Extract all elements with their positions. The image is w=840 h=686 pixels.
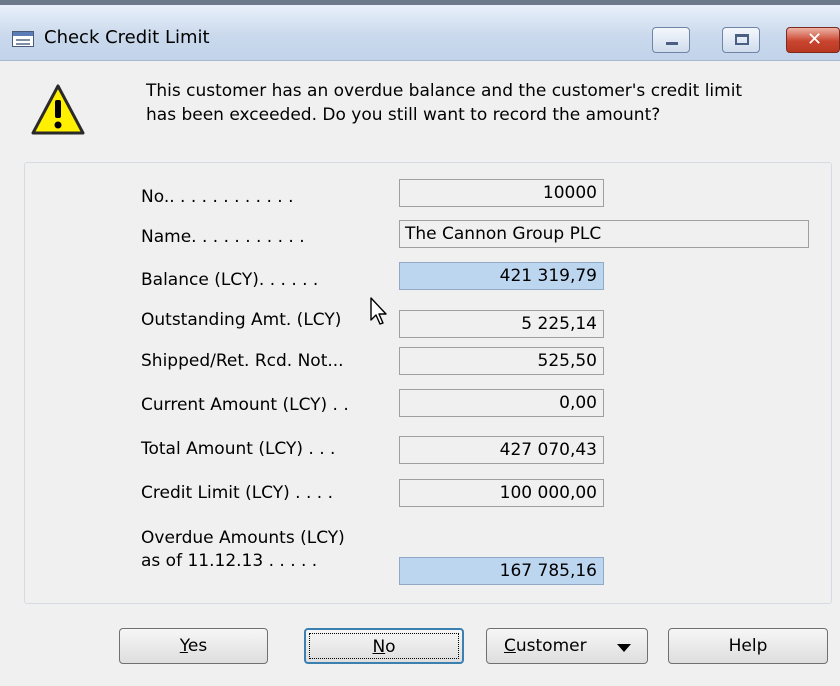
current-amount-label: Current Amount (LCY) . . xyxy=(141,395,349,415)
overdue-amounts-field[interactable]: 167 785,16 xyxy=(399,557,604,585)
minimize-icon xyxy=(666,42,678,45)
dialog-window-icon[interactable] xyxy=(12,31,34,47)
warning-message: This customer has an overdue balance and… xyxy=(146,79,742,127)
maximize-button[interactable] xyxy=(722,27,760,53)
customer-label: ustomer xyxy=(515,636,587,656)
shipped-not-invoiced-field[interactable]: 525,50 xyxy=(399,347,604,375)
outstanding-amt-field[interactable]: 5 225,14 xyxy=(399,310,604,338)
mouse-pointer-icon xyxy=(370,297,387,325)
maximize-icon xyxy=(735,34,749,45)
help-button[interactable]: Help xyxy=(668,628,828,664)
total-amount-field[interactable]: 427 070,43 xyxy=(399,436,604,464)
name-field[interactable]: The Cannon Group PLC xyxy=(399,220,809,248)
name-label: Name. . . . . . . . . . . xyxy=(141,227,305,247)
dropdown-arrow-icon[interactable] xyxy=(617,644,631,652)
no-field[interactable]: 10000 xyxy=(399,179,604,207)
no-label: No.. . . . . . . . . . . . xyxy=(141,187,294,207)
outstanding-amt-label: Outstanding Amt. (LCY) xyxy=(141,310,342,330)
current-amount-field[interactable]: 0,00 xyxy=(399,389,604,417)
close-button[interactable]: ✕ xyxy=(786,27,840,53)
window-title: Check Credit Limit xyxy=(44,27,210,48)
focus-rectangle xyxy=(309,633,459,659)
total-amount-label: Total Amount (LCY) . . . xyxy=(141,439,336,459)
balance-field[interactable]: 421 319,79 xyxy=(399,262,604,290)
customer-button[interactable]: Customer xyxy=(486,628,648,664)
warning-message-line-2: has been exceeded. Do you still want to … xyxy=(146,105,661,125)
dialog-body: This customer has an overdue balance and… xyxy=(0,61,840,686)
yes-button[interactable]: Yes xyxy=(119,628,268,664)
credit-limit-field[interactable]: 100 000,00 xyxy=(399,479,604,507)
minimize-button[interactable] xyxy=(652,27,690,53)
warning-icon xyxy=(31,84,85,135)
overdue-as-of-label: as of 11.12.13 . . . . . xyxy=(141,551,318,571)
customer-mnemonic: C xyxy=(504,636,516,656)
yes-mnemonic: Y xyxy=(179,636,188,656)
balance-label: Balance (LCY). . . . . . xyxy=(141,270,319,290)
shipped-not-invoiced-label: Shipped/Ret. Rcd. Not... xyxy=(141,351,344,371)
no-button[interactable]: No xyxy=(304,628,464,664)
title-bar[interactable]: Check Credit Limit ✕ xyxy=(0,5,840,61)
warning-message-line-1: This customer has an overdue balance and… xyxy=(146,81,743,101)
yes-label: es xyxy=(187,636,208,656)
overdue-amounts-label: Overdue Amounts (LCY) xyxy=(141,528,345,548)
credit-limit-label: Credit Limit (LCY) . . . . xyxy=(141,483,333,503)
close-icon: ✕ xyxy=(807,29,823,50)
